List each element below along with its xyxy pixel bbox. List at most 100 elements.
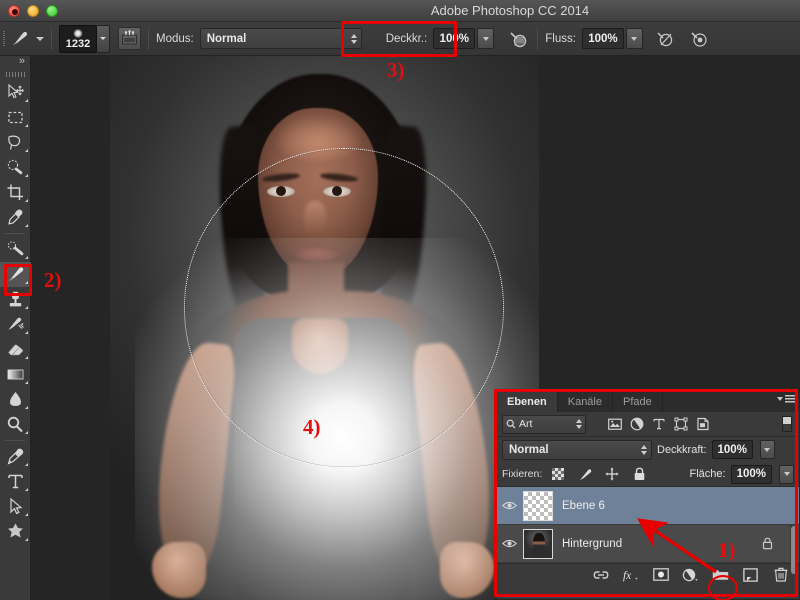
- layer-opacity-value: 100%: [717, 443, 747, 456]
- photo-hand-left: [152, 542, 206, 598]
- history-brush-tool[interactable]: [0, 312, 31, 337]
- layer-list: Ebene 6 Hintergrund: [497, 487, 799, 563]
- chevron-down-icon: [482, 36, 489, 41]
- marquee-tool[interactable]: [0, 105, 31, 130]
- link-layers-button[interactable]: [592, 566, 609, 583]
- smart-object-filter-icon[interactable]: [692, 414, 714, 434]
- lock-all-icon[interactable]: [628, 464, 650, 484]
- tools-palette-grip[interactable]: [0, 69, 30, 80]
- layer-blend-mode-select[interactable]: Normal: [502, 439, 652, 460]
- opacity-input[interactable]: 100%: [433, 28, 476, 49]
- eraser-tool[interactable]: [0, 337, 31, 362]
- brush-size-field[interactable]: 1232: [59, 24, 97, 53]
- lock-image-pixels-icon[interactable]: [574, 464, 596, 484]
- tool-group-indicator: [25, 199, 28, 202]
- tab-pfade[interactable]: Pfade: [613, 392, 663, 412]
- clone-stamp-tool[interactable]: [0, 287, 31, 312]
- chevron-updown-icon: [633, 444, 647, 455]
- layers-scrollbar[interactable]: [790, 524, 798, 580]
- delete-layer-button[interactable]: [772, 566, 789, 583]
- gradient-tool[interactable]: [0, 362, 31, 387]
- new-group-button[interactable]: [712, 566, 729, 583]
- tool-group-indicator: [25, 149, 28, 152]
- type-tool[interactable]: [0, 469, 31, 494]
- filter-enable-toggle[interactable]: [782, 416, 792, 432]
- layer-thumbnail[interactable]: [523, 528, 553, 559]
- quick-selection-tool[interactable]: [0, 155, 31, 180]
- double-chevron-right-icon[interactable]: [0, 55, 30, 69]
- filter-type-select[interactable]: Art: [502, 414, 586, 434]
- options-bar-grip[interactable]: [0, 22, 9, 56]
- layer-name[interactable]: Ebene 6: [553, 500, 605, 512]
- pixel-layer-filter-icon[interactable]: [604, 414, 626, 434]
- tool-group-indicator: [25, 431, 28, 434]
- blur-tool[interactable]: [0, 387, 31, 412]
- table-row[interactable]: Hintergrund: [497, 525, 799, 563]
- title-bar: Adobe Photoshop CC 2014: [0, 0, 800, 22]
- layer-name[interactable]: Hintergrund: [553, 538, 622, 550]
- photo-hand-right: [440, 542, 494, 598]
- tool-group-indicator: [25, 463, 28, 466]
- shape-layer-filter-icon[interactable]: [670, 414, 692, 434]
- opacity-dropdown-button[interactable]: [477, 28, 495, 49]
- tab-kanaele[interactable]: Kanäle: [558, 392, 613, 412]
- flow-pressure-icon[interactable]: [653, 27, 677, 51]
- brush-tool[interactable]: [0, 262, 31, 287]
- tool-options-bar: 1232 Modus: Normal Deckkr.: 100% Fluss: …: [0, 22, 800, 56]
- airbrush-icon[interactable]: [687, 27, 711, 51]
- move-tool[interactable]: [0, 80, 31, 105]
- new-adjustment-layer-button[interactable]: [682, 566, 699, 583]
- divider: [5, 440, 25, 441]
- lock-position-icon[interactable]: [601, 464, 623, 484]
- layers-panel: Ebenen Kanäle Pfade Art Normal Deckkraft…: [496, 391, 800, 600]
- tool-group-indicator: [25, 224, 28, 227]
- layer-locked-icon: [762, 537, 773, 553]
- healing-brush-tool[interactable]: [0, 237, 31, 262]
- tool-group-indicator: [25, 513, 28, 516]
- tool-group-indicator: [25, 356, 28, 359]
- opacity-pressure-icon[interactable]: [506, 27, 530, 51]
- eye-icon: [501, 539, 517, 548]
- brush-size-value: 1232: [65, 37, 91, 50]
- custom-shape-tool[interactable]: [0, 519, 31, 544]
- flow-dropdown-button[interactable]: [625, 28, 643, 49]
- image-canvas[interactable]: [110, 56, 539, 600]
- lock-transparent-pixels-icon[interactable]: [547, 464, 569, 484]
- brush-preset-icon[interactable]: [9, 28, 31, 50]
- chevron-updown-icon: [576, 419, 582, 429]
- tab-pfade-label: Pfade: [623, 396, 652, 408]
- eyedropper-tool[interactable]: [0, 205, 31, 230]
- flow-input[interactable]: 100%: [581, 28, 624, 49]
- layer-fill-dropdown[interactable]: [779, 464, 794, 484]
- add-layer-mask-button[interactable]: [652, 566, 669, 583]
- chevron-updown-icon: [343, 33, 357, 44]
- adjustment-layer-filter-icon[interactable]: [626, 414, 648, 434]
- layers-panel-tabs: Ebenen Kanäle Pfade: [497, 392, 799, 412]
- type-layer-filter-icon[interactable]: [648, 414, 670, 434]
- layer-style-button[interactable]: fx: [622, 566, 639, 583]
- fill-label: Fläche:: [689, 468, 726, 480]
- layer-visibility-toggle[interactable]: [497, 500, 521, 511]
- crop-tool[interactable]: [0, 180, 31, 205]
- blend-mode-select[interactable]: Normal: [199, 28, 362, 49]
- layer-thumbnail[interactable]: [523, 490, 553, 521]
- tab-ebenen[interactable]: Ebenen: [497, 392, 558, 412]
- brush-panel-toggle-button[interactable]: [118, 27, 141, 50]
- layer-visibility-toggle[interactable]: [497, 538, 521, 549]
- layer-filter-row: Art: [497, 412, 799, 437]
- annotation-label-1: 1): [718, 538, 736, 562]
- new-layer-button[interactable]: [742, 566, 759, 583]
- brush-preset-chevron-down-icon[interactable]: [36, 36, 44, 41]
- brush-size-group[interactable]: 1232: [59, 24, 110, 53]
- layer-opacity-input[interactable]: 100%: [711, 440, 753, 459]
- blend-mode-value: Normal: [206, 32, 247, 45]
- pen-tool[interactable]: [0, 444, 31, 469]
- layer-opacity-dropdown[interactable]: [759, 440, 775, 459]
- brush-size-dropdown[interactable]: [97, 24, 110, 53]
- layer-fill-input[interactable]: 100%: [730, 464, 772, 484]
- table-row[interactable]: Ebene 6: [497, 487, 799, 525]
- lasso-tool[interactable]: [0, 130, 31, 155]
- path-selection-tool[interactable]: [0, 494, 31, 519]
- panel-menu-icon[interactable]: [777, 395, 795, 403]
- dodge-tool[interactable]: [0, 412, 31, 437]
